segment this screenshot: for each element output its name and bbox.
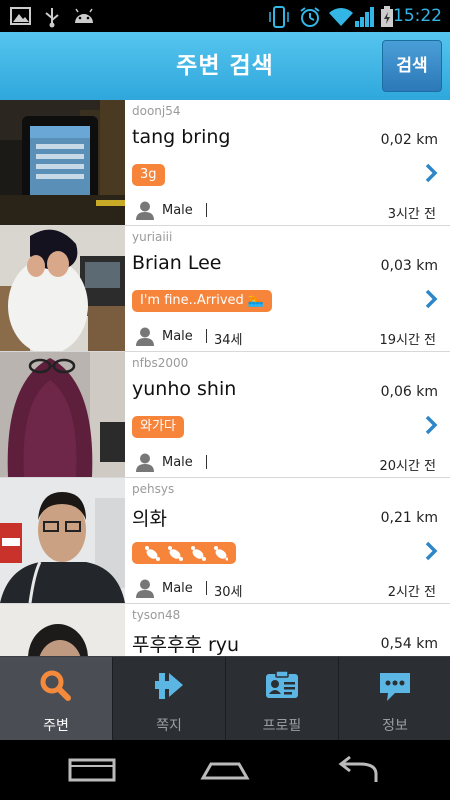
emoticon-icons (145, 546, 229, 561)
tab-info[interactable]: 정보 (339, 657, 450, 741)
person-icon (136, 201, 154, 220)
user-name: yunho shin (132, 378, 237, 400)
user-name: Brian Lee (132, 252, 222, 274)
user-photo (0, 604, 125, 656)
user-photo (0, 226, 125, 351)
user-gender: Male (162, 581, 193, 596)
status-message-tag (132, 542, 236, 564)
tab-label: 주변 (43, 718, 69, 734)
app-header: 주변 검색 검색 (0, 32, 450, 100)
person-icon (136, 453, 154, 472)
chevron-right-icon[interactable] (424, 162, 438, 184)
chevron-right-icon[interactable] (424, 540, 438, 562)
info-chat-icon (380, 673, 410, 701)
user-id: doonj54 (132, 104, 181, 118)
search-button[interactable]: 검색 (382, 40, 442, 92)
user-gender: Male (162, 455, 193, 470)
divider (206, 203, 207, 217)
user-id: yuriaiii (132, 230, 173, 244)
recent-apps-icon[interactable] (64, 754, 120, 786)
user-age: 30세 (214, 585, 243, 600)
tab-label: 프로필 (262, 718, 302, 734)
last-seen: 3시간 전 (387, 207, 436, 222)
last-seen: 20시간 전 (379, 459, 436, 474)
bottom-tab-bar: 주변 쪽지 프로필 정보 (0, 656, 450, 741)
user-id: tyson48 (132, 608, 181, 622)
alarm-icon (300, 7, 320, 27)
divider (206, 329, 207, 343)
last-seen: 19시간 전 (379, 333, 436, 348)
chevron-right-icon[interactable] (424, 288, 438, 310)
user-id: pehsys (132, 482, 175, 496)
user-id: nfbs2000 (132, 356, 189, 370)
user-name: 의화 (132, 508, 167, 530)
distance: 0,03 km (380, 258, 438, 274)
user-gender: Male (162, 329, 193, 344)
signal-icon (355, 7, 374, 27)
home-icon[interactable] (197, 754, 253, 786)
list-item[interactable]: nfbs2000 yunho shin 0,06 km 와가다 Male 20시… (0, 352, 450, 478)
profile-card-icon (266, 670, 298, 698)
divider (206, 581, 207, 595)
clock: 15:22 (393, 6, 442, 26)
wifi-icon (329, 8, 353, 26)
battery-icon (381, 6, 393, 27)
user-age: 34세 (214, 333, 243, 348)
user-name: 푸후후후 ryu (132, 634, 240, 656)
tab-profile[interactable]: 프로필 (226, 657, 338, 741)
person-icon (136, 579, 154, 598)
image-icon (10, 7, 31, 25)
android-icon (75, 8, 93, 23)
status-bar: 15:22 (0, 0, 450, 32)
vibrate-icon (269, 6, 289, 28)
tab-label: 쪽지 (156, 718, 182, 734)
status-message-tag: 3g (132, 164, 165, 186)
distance: 0,21 km (380, 510, 438, 526)
list-item[interactable]: pehsys 의화 0,21 km Male 30세 2시간 전 (0, 478, 450, 604)
message-arrow-icon (155, 673, 183, 699)
user-photo (0, 352, 125, 477)
tab-nearby[interactable]: 주변 (0, 657, 112, 741)
user-photo (0, 100, 125, 225)
search-icon (40, 670, 71, 701)
list-item[interactable]: yuriaiii Brian Lee 0,03 km I'm fine..Arr… (0, 226, 450, 352)
user-photo (0, 478, 125, 603)
divider (206, 455, 207, 469)
status-message-tag: I'm fine..Arrived 🏊 (132, 290, 273, 312)
distance: 0,02 km (380, 132, 438, 148)
user-name: tang bring (132, 126, 231, 148)
distance: 0,54 km (380, 636, 438, 652)
list-item[interactable]: tyson48 푸후후후 ryu 0,54 km (0, 604, 450, 656)
system-nav-bar (0, 740, 450, 800)
back-icon[interactable] (330, 754, 386, 786)
usb-icon (45, 8, 59, 28)
status-message-tag: 와가다 (132, 416, 184, 438)
person-icon (136, 327, 154, 346)
nearby-user-list[interactable]: doonj54 tang bring 0,02 km 3g Male 3시간 전 (0, 100, 450, 656)
chevron-right-icon[interactable] (424, 414, 438, 436)
tab-messages[interactable]: 쪽지 (113, 657, 225, 741)
last-seen: 2시간 전 (387, 585, 436, 600)
tab-label: 정보 (382, 718, 408, 734)
distance: 0,06 km (380, 384, 438, 400)
user-gender: Male (162, 203, 193, 218)
list-item[interactable]: doonj54 tang bring 0,02 km 3g Male 3시간 전 (0, 100, 450, 226)
